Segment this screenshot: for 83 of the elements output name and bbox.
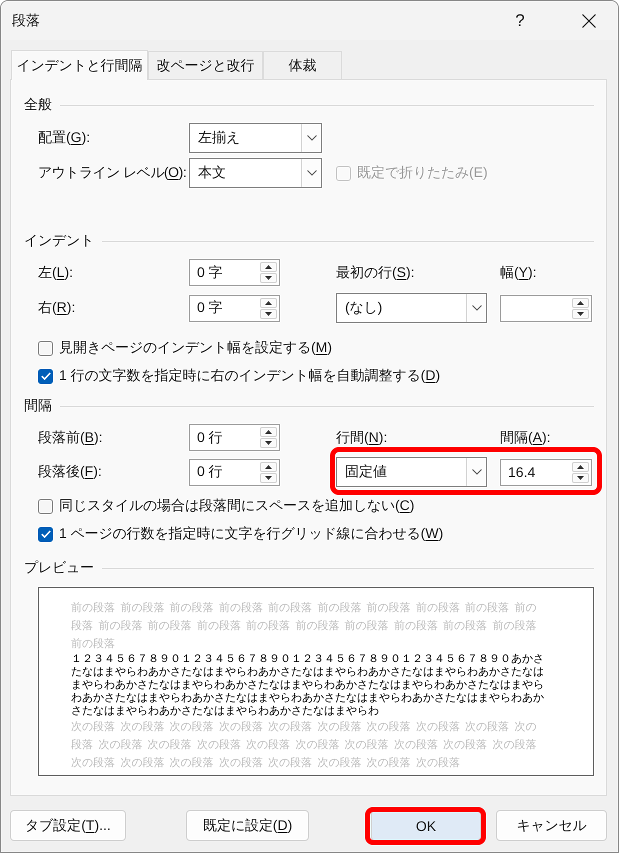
chevron-down-icon (306, 170, 316, 176)
close-icon (582, 14, 596, 28)
triangle-up-icon (577, 300, 584, 304)
triangle-up-icon (265, 300, 272, 304)
triangle-down-icon (577, 476, 584, 480)
triangle-down-icon (265, 476, 272, 480)
preview-text-line: わあかさたなはまやらわあかさたなはまやらわあかさたなはまやらわあかさたなはまやらわあか (71, 692, 545, 705)
chevron-down-icon (472, 469, 482, 475)
preview-text-line: 段落 次の段落 次の段落 次の段落 次の段落 次の段落 次の段落 次の段落 次の段落 次の段落 (71, 738, 538, 753)
spin-up-button[interactable] (260, 462, 277, 472)
checkmark-icon (40, 372, 50, 380)
checkbox-label: 見開きページのインデント幅を設定する(M) (59, 339, 332, 357)
field-label: アウトライン レベル(O): (38, 164, 186, 182)
tab[interactable]: 改ページと改行 (148, 51, 263, 79)
checkmark-icon (40, 530, 50, 538)
checkbox[interactable] (38, 340, 53, 356)
spin-box[interactable]: 0 字 (189, 259, 280, 286)
dropdown[interactable]: 本文 (189, 158, 322, 188)
checkbox-label: 同じスタイルの場合は段落間にスペースを追加しない(C) (59, 497, 414, 515)
field-label: 左(L): (38, 264, 74, 282)
spin-down-button[interactable] (260, 308, 277, 318)
spin-up-button[interactable] (260, 298, 277, 308)
spin-up-button[interactable] (260, 262, 277, 272)
dropdown[interactable]: 左揃え (189, 123, 322, 153)
checkbox-label: 1 行の文字数を指定時に右のインデント幅を自動調整する(D) (59, 367, 440, 385)
spin-down-button[interactable] (572, 472, 589, 482)
dropdown[interactable]: 固定値 (336, 457, 487, 487)
field-label: 間隔(A): (500, 428, 551, 446)
field-label: 段落前(B): (38, 428, 103, 446)
chevron-down-icon (306, 135, 316, 141)
field-label: 最初の行(S): (336, 264, 415, 282)
spin-box[interactable]: 0 行 (189, 458, 280, 486)
spin-down-button[interactable] (572, 308, 589, 318)
spin-up-button[interactable] (260, 427, 277, 437)
checkbox[interactable] (38, 368, 53, 384)
section-heading: 間隔 (24, 397, 52, 415)
field-label: 配置(G): (38, 129, 90, 147)
tab[interactable]: インデントと行間隔 (11, 50, 148, 80)
triangle-down-icon (265, 312, 272, 316)
tab[interactable]: 体裁 (263, 51, 342, 79)
preview-text-line: たなはまやらわあかさたなはまやらわあかさたなはまやらわあかさたなはまやらわあかさたなは (71, 666, 545, 679)
triangle-down-icon (577, 312, 584, 316)
spin-down-button[interactable] (260, 438, 277, 448)
field-label: 右(R): (38, 299, 76, 317)
field-label: 幅(Y): (500, 264, 537, 282)
checkbox[interactable] (38, 498, 53, 514)
dialog-button[interactable]: OK (371, 810, 481, 841)
preview-text-line: さたなはまやらわあかさたなはまやらわあかさたなはまやらわ (71, 705, 380, 718)
dialog-button[interactable]: 既定に設定(D) (186, 810, 309, 841)
preview-text-line: 前の段落 (71, 637, 116, 652)
spin-box[interactable]: 0 字 (189, 294, 280, 322)
triangle-down-icon (265, 441, 272, 445)
checkbox-label: 既定で折りたたみ(E) (357, 164, 488, 182)
section-heading: 全般 (24, 96, 52, 114)
chevron-down-icon (472, 305, 482, 311)
preview-text-line: 段落 前の段落 前の段落 前の段落 前の段落 前の段落 前の段落 前の段落 前の段落 前の段落 (71, 619, 538, 634)
triangle-up-icon (265, 430, 272, 434)
section-heading: インデント (24, 232, 94, 250)
preview-text-line: 次の段落 次の段落 次の段落 次の段落 次の段落 次の段落 次の段落 次の段落 (71, 756, 461, 771)
triangle-up-icon (577, 464, 584, 468)
preview-text-line: １２３４５６７８９０１２３４５６７８９０１２３４５６７８９０１２３４５６７８９０あかさ (71, 653, 545, 666)
spin-up-button[interactable] (572, 298, 589, 308)
dialog-button[interactable]: キャンセル (496, 810, 607, 841)
preview-text-line: 次の段落 次の段落 次の段落 次の段落 次の段落 次の段落 次の段落 次の段落 次の段落 次の (71, 720, 538, 735)
window-title: 段落 (12, 12, 40, 30)
checkbox-label: 1 ページの行数を指定時に文字を行グリッド線に合わせる(W) (59, 525, 444, 543)
section-heading: プレビュー (24, 559, 94, 577)
preview-text-line: 前の段落 前の段落 前の段落 前の段落 前の段落 前の段落 前の段落 前の段落 前の段落 前の (71, 601, 538, 616)
dropdown[interactable]: (なし) (336, 293, 487, 323)
spin-box[interactable]: 0 行 (189, 424, 280, 451)
spin-down-button[interactable] (260, 472, 277, 482)
spin-box[interactable]: 16.4 (500, 458, 592, 486)
help-button[interactable]: ? (508, 4, 532, 36)
field-label: 行間(N): (336, 428, 388, 446)
triangle-down-icon (265, 276, 272, 280)
dialog-button[interactable]: タブ設定(T)... (10, 810, 126, 841)
field-label: 段落後(F): (38, 463, 102, 481)
checkbox[interactable] (38, 526, 53, 542)
spin-down-button[interactable] (260, 273, 277, 283)
spin-up-button[interactable] (572, 462, 589, 472)
preview-text-line: まやらわあかさたなはまやらわあかさたなはまやらわあかさたなはまやらわあかさたなはまやら (71, 679, 545, 692)
triangle-up-icon (265, 265, 272, 269)
triangle-up-icon (265, 464, 272, 468)
